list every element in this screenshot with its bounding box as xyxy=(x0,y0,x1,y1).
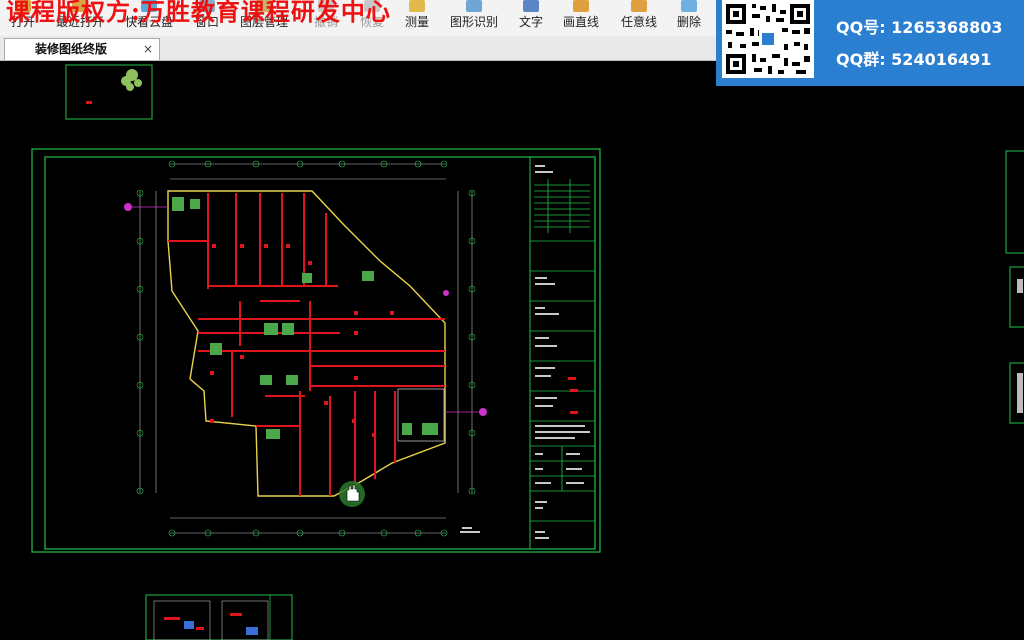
measure-button[interactable]: 测量 xyxy=(400,0,434,36)
pencil-icon xyxy=(631,0,647,12)
floor-plan xyxy=(124,190,487,533)
detail-sheets xyxy=(145,594,293,640)
line-icon xyxy=(573,0,589,12)
freehand-line-button[interactable]: 任意线 xyxy=(618,0,660,36)
shape-recognition-button[interactable]: 图形识别 xyxy=(446,0,502,36)
right-sheets xyxy=(1005,150,1024,424)
close-icon[interactable]: × xyxy=(143,39,153,60)
ruler-icon xyxy=(409,0,425,12)
drawing-canvas[interactable] xyxy=(0,61,1024,640)
eraser-icon xyxy=(681,0,697,12)
qq-number: QQ号: 1265368803 xyxy=(836,18,1003,37)
delete-button[interactable]: 删除 xyxy=(672,0,706,36)
tab-decoration-drawing[interactable]: 装修图纸终版 × xyxy=(4,38,160,60)
draw-line-button[interactable]: 画直线 xyxy=(560,0,602,36)
plant-icon xyxy=(121,69,142,91)
thumbnail-sheet xyxy=(65,64,153,120)
tab-title: 装修图纸终版 xyxy=(35,42,108,56)
copyright-watermark: 课程版权方:万胜教育课程研发中心 xyxy=(6,0,391,26)
shape-recognition-icon xyxy=(466,0,482,12)
pan-cursor-icon xyxy=(339,481,365,507)
axis-grid xyxy=(136,160,476,537)
text-icon xyxy=(523,0,539,12)
text-button[interactable]: 文字 xyxy=(516,0,546,36)
